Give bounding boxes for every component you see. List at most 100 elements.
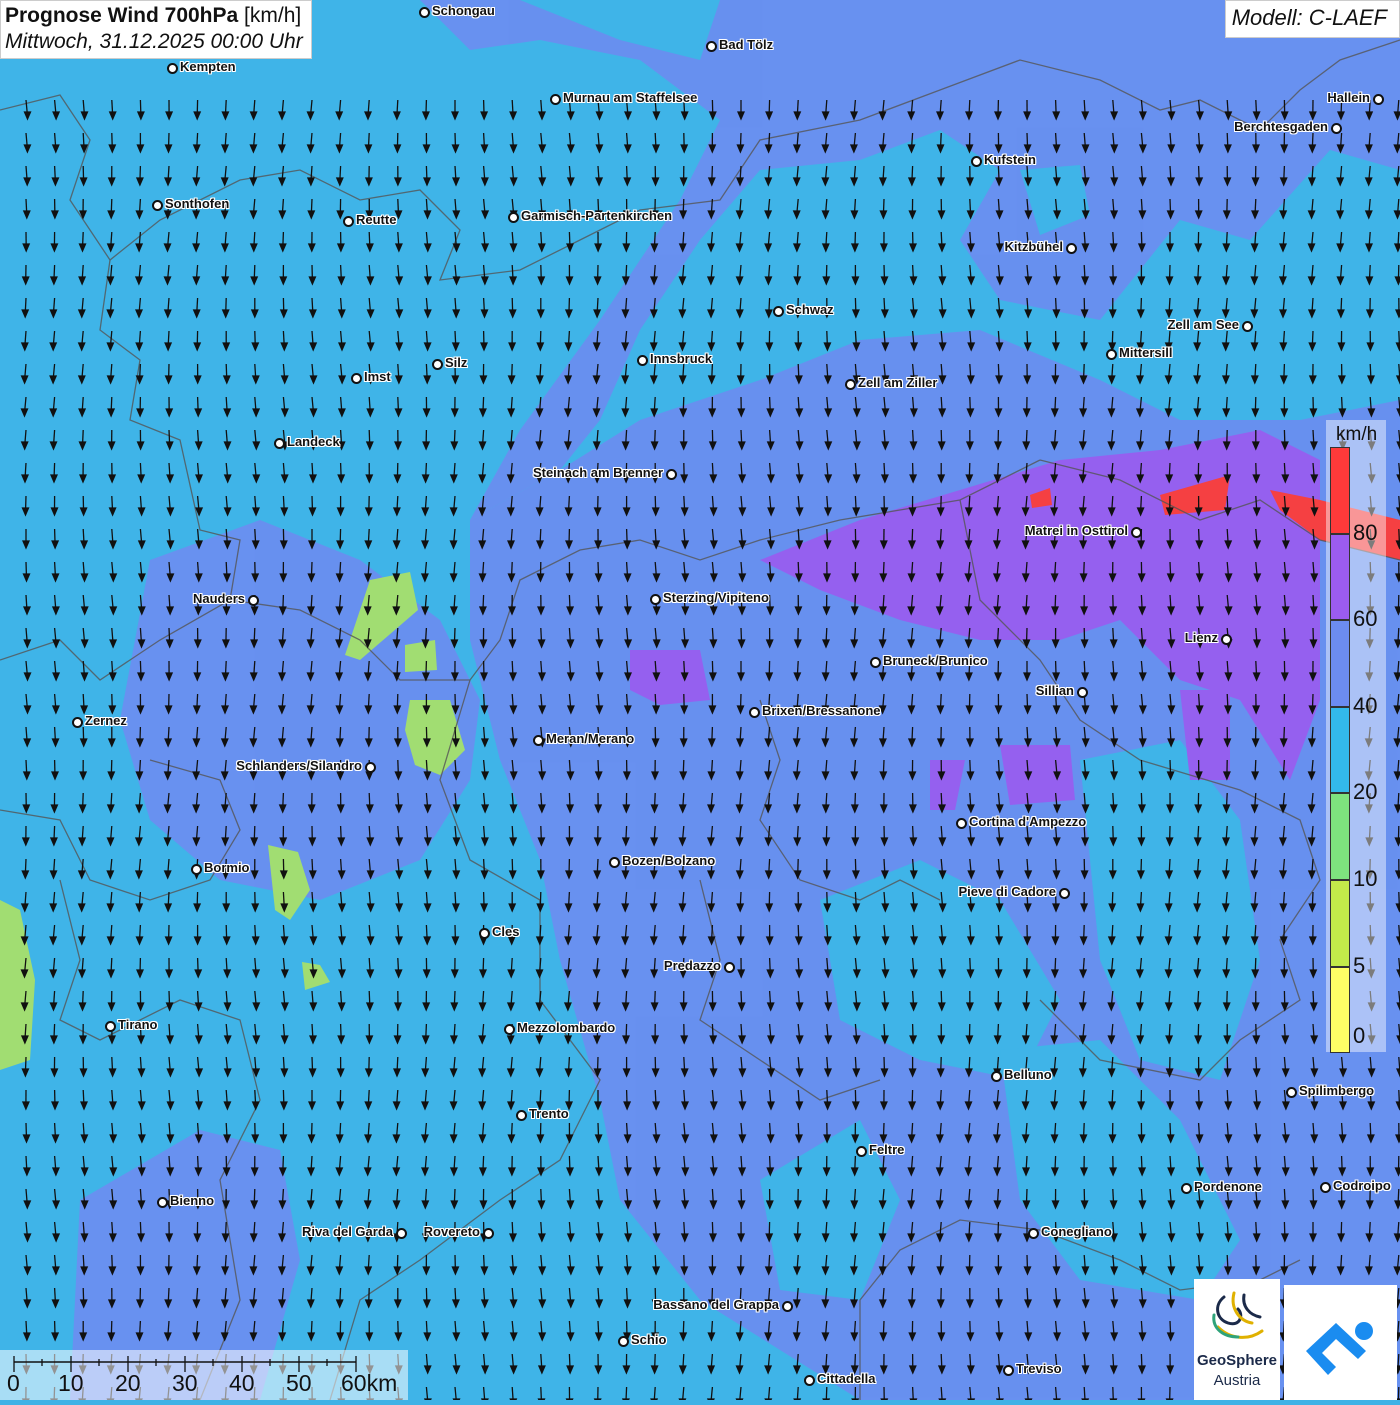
city-label: Reutte	[356, 212, 396, 227]
city-marker	[351, 373, 362, 384]
city-label: Bormio	[204, 860, 250, 875]
city-marker	[157, 1197, 168, 1208]
city-label: Bad Tölz	[719, 37, 773, 52]
city-label: Murnau am Staffelsee	[563, 90, 697, 105]
legend-color-band	[1330, 707, 1350, 794]
city-label: Sterzing/Vipiteno	[663, 590, 769, 605]
legend-label: 80	[1353, 520, 1377, 546]
scale-label-40: 40	[229, 1370, 255, 1397]
legend-unit: km/h	[1336, 424, 1377, 446]
city-label: Belluno	[1004, 1067, 1052, 1082]
city-label: Kitzbühel	[1005, 239, 1064, 254]
map-title: Prognose Wind 700hPa [km/h]	[5, 4, 303, 28]
legend-label: 20	[1353, 779, 1377, 805]
legend-color-band	[1330, 534, 1350, 621]
city-label: Cittadella	[817, 1371, 876, 1386]
city-marker	[365, 762, 376, 773]
city-label: Schongau	[432, 3, 495, 18]
city-label: Steinach am Brenner	[533, 465, 663, 480]
city-marker	[533, 735, 544, 746]
legend-label-0: 0	[1353, 1023, 1365, 1049]
geosphere-name: GeoSphere	[1194, 1352, 1280, 1369]
city-marker	[343, 216, 354, 227]
city-marker	[1181, 1183, 1192, 1194]
city-label: Pieve di Cadore	[958, 884, 1056, 899]
city-label: Brixen/Bressanone	[762, 703, 881, 718]
city-marker	[1320, 1182, 1331, 1193]
legend-label: 5	[1353, 953, 1365, 979]
city-label: Spilimbergo	[1299, 1083, 1374, 1098]
city-label: Lienz	[1185, 630, 1218, 645]
city-label: Sonthofen	[165, 196, 229, 211]
city-label: Hallein	[1327, 90, 1370, 105]
city-marker	[1242, 321, 1253, 332]
city-marker	[248, 595, 259, 606]
city-marker	[516, 1110, 527, 1121]
city-label: Predazzo	[664, 958, 721, 973]
city-marker	[274, 438, 285, 449]
city-label: Imst	[364, 369, 391, 384]
city-label: Garmisch-Partenkirchen	[521, 208, 672, 223]
city-label: Schwaz	[786, 302, 834, 317]
city-marker	[1066, 243, 1077, 254]
city-marker	[724, 962, 735, 973]
city-marker	[483, 1228, 494, 1239]
city-marker	[1003, 1365, 1014, 1376]
city-label: Bienno	[170, 1193, 214, 1208]
city-label: Silz	[445, 355, 467, 370]
city-label: Mezzolombardo	[517, 1020, 615, 1035]
legend-label: 40	[1353, 693, 1377, 719]
city-label: Landeck	[287, 434, 340, 449]
city-marker	[1059, 888, 1070, 899]
city-marker	[105, 1021, 116, 1032]
city-label: Meran/Merano	[546, 731, 634, 746]
scale-label-20: 20	[115, 1370, 141, 1397]
city-marker	[782, 1301, 793, 1312]
app-logo[interactable]	[1284, 1285, 1397, 1400]
city-label: Trento	[529, 1106, 569, 1121]
city-marker	[396, 1228, 407, 1239]
city-marker	[1373, 94, 1384, 105]
legend-label: 60	[1353, 606, 1377, 632]
city-marker	[479, 928, 490, 939]
city-label: Cortina d'Ampezzo	[969, 814, 1086, 829]
city-label: Kufstein	[984, 152, 1036, 167]
city-label: Conegliano	[1041, 1224, 1112, 1239]
title-unit: [km/h]	[244, 4, 301, 27]
geosphere-emblem-icon	[1194, 1279, 1280, 1351]
city-label: Cles	[492, 924, 519, 939]
legend-color-band	[1330, 880, 1350, 967]
city-marker	[1028, 1228, 1039, 1239]
legend-label: 10	[1353, 866, 1377, 892]
city-marker	[870, 657, 881, 668]
city-marker	[1077, 687, 1088, 698]
scale-label-30: 30	[172, 1370, 198, 1397]
forecast-datetime: Mittwoch, 31.12.2025 00:00 Uhr	[5, 30, 303, 54]
city-marker	[1106, 349, 1117, 360]
city-marker	[191, 864, 202, 875]
scale-label-60km: 60km	[341, 1370, 397, 1397]
city-marker	[956, 818, 967, 829]
city-label: Pordenone	[1194, 1179, 1262, 1194]
legend-color-band	[1330, 447, 1350, 534]
city-marker	[650, 594, 661, 605]
city-marker	[804, 1375, 815, 1386]
city-marker	[1331, 123, 1342, 134]
title-main: Prognose Wind 700hPa	[5, 4, 238, 27]
city-label: Zell am See	[1167, 317, 1239, 332]
city-label: Zell am Ziller	[858, 375, 937, 390]
city-marker	[666, 469, 677, 480]
city-marker	[419, 7, 430, 18]
city-label: Bruneck/Brunico	[883, 653, 988, 668]
city-marker	[550, 94, 561, 105]
city-label: Matrei in Osttirol	[1025, 523, 1128, 538]
geosphere-logo[interactable]: GeoSphere Austria	[1194, 1279, 1280, 1400]
city-label: Sillian	[1036, 683, 1074, 698]
city-marker	[167, 63, 178, 74]
city-marker	[749, 707, 760, 718]
city-marker	[773, 306, 784, 317]
legend-color-band	[1330, 967, 1350, 1054]
city-marker	[1286, 1087, 1297, 1098]
city-marker	[508, 212, 519, 223]
city-label: Bassano del Grappa	[653, 1297, 779, 1312]
